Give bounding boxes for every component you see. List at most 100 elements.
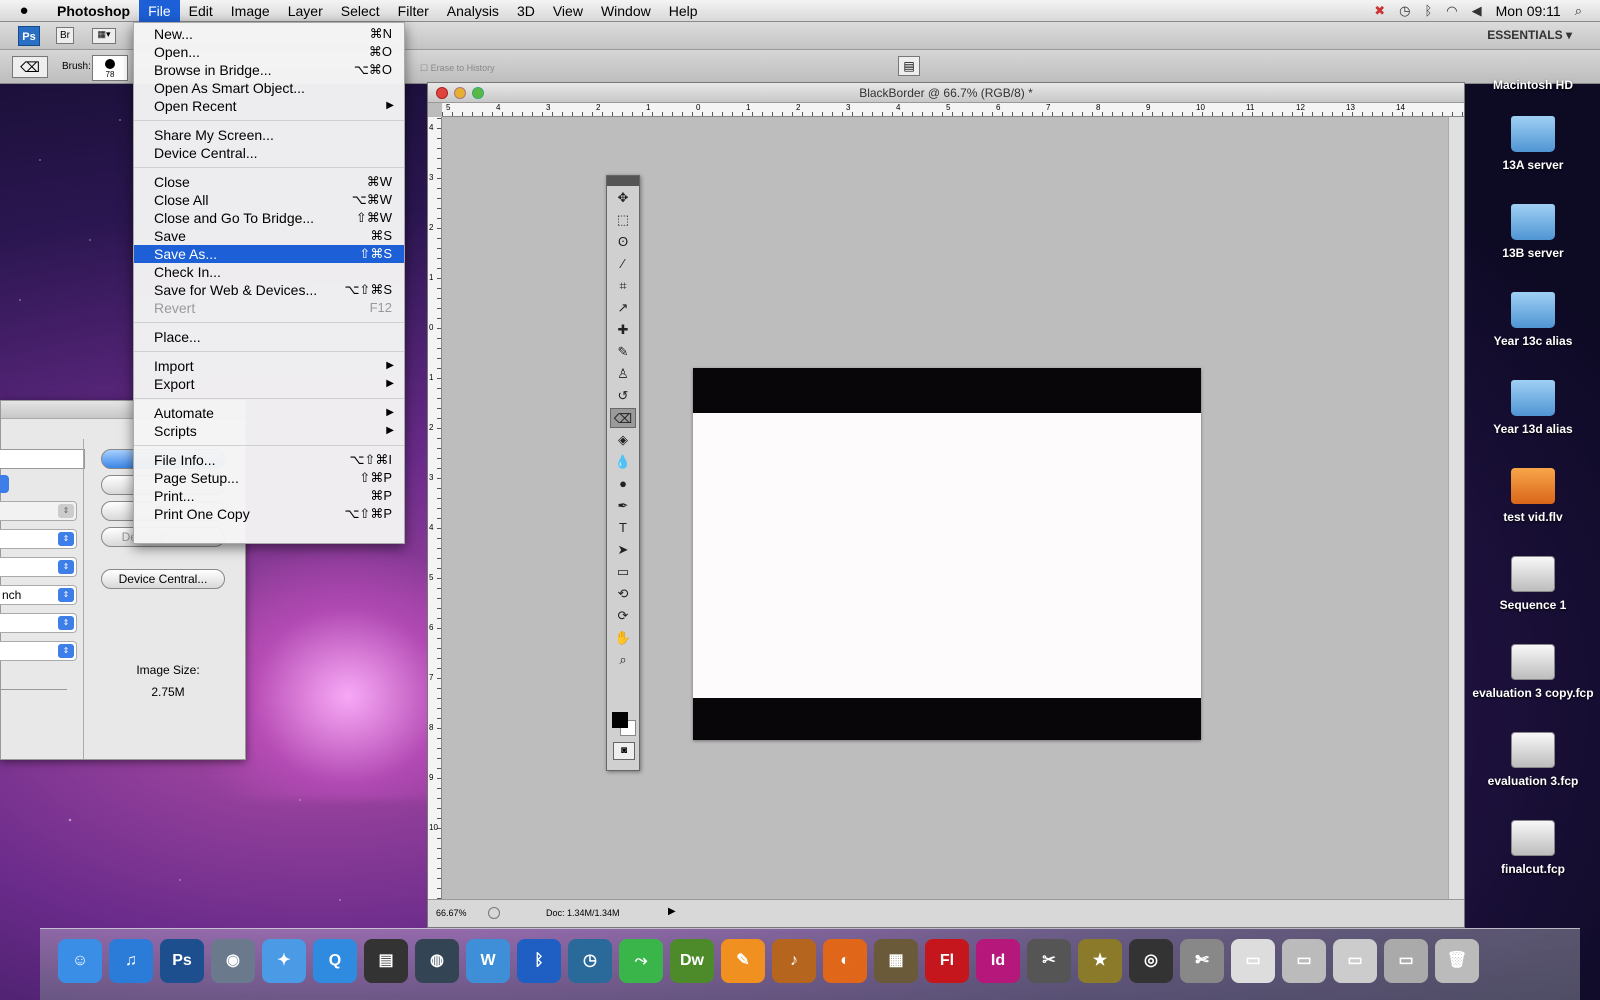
menu-clock[interactable]: Mon 09:11 [1496,3,1561,19]
magic-wand-tool-icon[interactable]: ⁄ [610,254,636,274]
file-menu-item[interactable]: Export ▶ [134,375,404,393]
desktop-icon[interactable]: evaluation 3 copy.fcp [1466,644,1600,700]
photoshop-icon[interactable]: Ps [160,939,204,983]
desktop-icon[interactable]: test vid.flv [1466,468,1600,524]
marquee-tool-icon[interactable]: ⬚ [610,210,636,230]
desktop-icon[interactable]: 13B server [1466,204,1600,260]
menu-help[interactable]: Help [660,0,707,22]
eyedropper-tool-icon[interactable]: ↗ [610,298,636,318]
flash-icon[interactable]: Fl [925,939,969,983]
menu-photoshop[interactable]: Photoshop [48,0,139,22]
garageband-icon[interactable]: ♪ [772,939,816,983]
time-machine-icon[interactable]: ◷ [568,939,612,983]
quick-mask-icon[interactable]: ◙ [613,742,635,760]
history-brush-tool-icon[interactable]: ↺ [610,386,636,406]
dialog-select-6[interactable]: ⇕ [0,641,77,661]
bridge-button[interactable]: Br [56,27,74,44]
menu-view[interactable]: View [544,0,592,22]
file-menu-item[interactable]: Place... [134,328,404,346]
file-menu-item[interactable]: Browse in Bridge... ⌥⌘O [134,61,404,79]
file-menu-item[interactable]: Scripts ▶ [134,422,404,440]
lasso-tool-icon[interactable]: ʘ [610,232,636,252]
type-tool-icon[interactable]: T [610,518,636,538]
spotlight-icon[interactable]: ⌕ [1575,3,1582,19]
healing-brush-tool-icon[interactable]: ✚ [610,320,636,340]
eraser-tool-preset-icon[interactable]: ⌫ [12,56,48,78]
apple-menu-icon[interactable]: ● [0,2,48,19]
zoom-tool-icon[interactable]: ⌕ [610,650,636,670]
desktop-icon[interactable]: Sequence 1 [1466,556,1600,612]
dreamweaver-icon[interactable]: Dw [670,939,714,983]
desktop-icon[interactable]: 13A server [1466,116,1600,172]
status-menu-arrow-icon[interactable]: ▶ [668,906,676,917]
file-menu-item[interactable]: Open Recent ▶ [134,97,404,115]
dialog-select-5[interactable]: ⇕ [0,613,77,633]
soundtrack-icon[interactable]: ◍ [415,939,459,983]
minimized-window-2-icon[interactable]: ▭ [1384,939,1428,983]
desktop-icon[interactable]: evaluation 3.fcp [1466,732,1600,788]
utilities-icon[interactable]: ✄ [1180,939,1224,983]
desktop-icon[interactable]: Year 13d alias [1466,380,1600,436]
dvd-player-icon[interactable]: ◉ [211,939,255,983]
tools-panel-header[interactable] [607,176,639,186]
zoom-window-icon[interactable] [472,87,484,99]
3d-orbit-tool-icon[interactable]: ⟳ [610,606,636,626]
file-menu-item[interactable]: Open... ⌘O [134,43,404,61]
desktop-icon[interactable]: Year 13c alias [1466,292,1600,348]
file-menu-item[interactable]: Save for Web & Devices... ⌥⇧⌘S [134,281,404,299]
file-menu-item[interactable]: Close All ⌥⌘W [134,191,404,209]
file-menu-item[interactable]: New... ⌘N [134,25,404,43]
file-menu-item[interactable]: File Info... ⌥⇧⌘I [134,451,404,469]
brush-palette-icon[interactable]: ▤ [898,56,920,76]
clapboard-icon[interactable]: ▤ [364,939,408,983]
hand-tool-icon[interactable]: ✋ [610,628,636,648]
final-cut-icon[interactable]: ✂ [1027,939,1071,983]
menu-edit[interactable]: Edit [180,0,222,22]
dialog-select-4[interactable]: nch ⇕ [0,585,77,605]
path-selection-tool-icon[interactable]: ➤ [610,540,636,560]
menu-layer[interactable]: Layer [279,0,332,22]
minimize-window-icon[interactable] [454,87,466,99]
file-menu-item[interactable]: Save ⌘S [134,227,404,245]
itunes-icon[interactable]: ♫ [109,939,153,983]
file-menu-item[interactable]: Page Setup... ⇧⌘P [134,469,404,487]
dialog-blue-tab[interactable] [0,475,9,493]
paint-bucket-tool-icon[interactable]: ◈ [610,430,636,450]
crop-tool-icon[interactable]: ⌗ [610,276,636,296]
trash-icon[interactable]: 🗑 [1435,939,1479,983]
file-menu-item[interactable]: Close and Go To Bridge... ⇧⌘W [134,209,404,227]
file-menu-item[interactable]: Import ▶ [134,357,404,375]
wifi-menu-icon[interactable]: ◠ [1446,3,1457,19]
file-menu-item[interactable]: Automate ▶ [134,404,404,422]
canvas-area[interactable] [443,118,1448,899]
file-menu-item[interactable]: Check In... [134,263,404,281]
status-info-icon[interactable] [488,907,500,919]
macintosh-hd-label[interactable]: Macintosh HD [1466,78,1600,92]
menu-image[interactable]: Image [222,0,279,22]
move-tool-icon[interactable]: ✥ [610,188,636,208]
file-menu-item[interactable]: Save As... ⇧⌘S [134,245,404,263]
file-menu-item[interactable]: Open As Smart Object... [134,79,404,97]
vertical-scrollbar[interactable] [1448,117,1464,899]
device-central-button[interactable]: Device Central... [101,569,225,589]
menu-file[interactable]: File [139,0,180,22]
desktop-icon[interactable]: finalcut.fcp [1466,820,1600,876]
indesign-icon[interactable]: Id [976,939,1020,983]
menu-analysis[interactable]: Analysis [438,0,508,22]
pages-icon[interactable]: ✎ [721,939,765,983]
dialog-select-2[interactable]: ⇕ [0,529,77,549]
stack-docs-icon[interactable]: ▭ [1231,939,1275,983]
3d-rotate-tool-icon[interactable]: ⟲ [610,584,636,604]
clone-stamp-tool-icon[interactable]: ♙ [610,364,636,384]
network-icon[interactable]: ⤳ [619,939,663,983]
file-menu-item[interactable]: Print... ⌘P [134,487,404,505]
brush-picker[interactable]: 78 [92,55,128,81]
menu-3d[interactable]: 3D [508,0,544,22]
close-window-icon[interactable] [436,87,448,99]
finder-icon[interactable]: ☺ [58,939,102,983]
status-menu-icon[interactable]: ✖ [1374,3,1385,19]
firefox-icon[interactable]: ◐ [823,939,867,983]
volume-menu-icon[interactable]: ◀ [1472,3,1482,19]
quicktime-icon[interactable]: Q [313,939,357,983]
time-machine-menu-icon[interactable]: ◷ [1399,3,1410,19]
